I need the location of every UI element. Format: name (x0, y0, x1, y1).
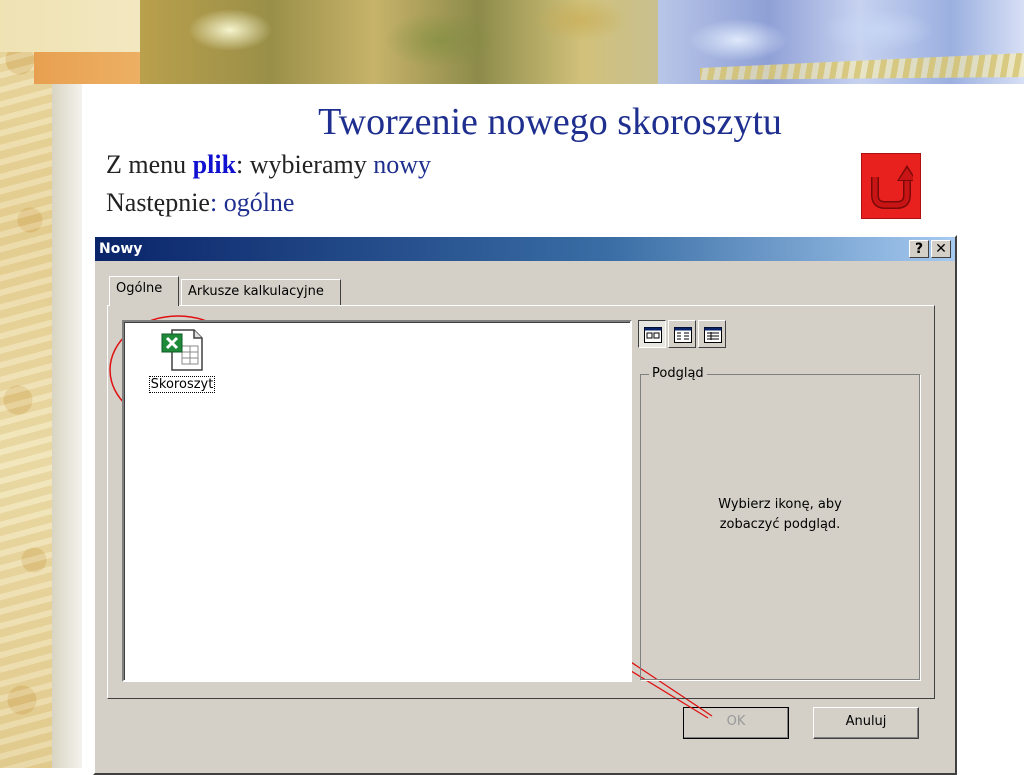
tab-keyword: ogólne (223, 188, 295, 217)
menu-keyword: plik (192, 150, 237, 179)
list-view-button[interactable] (668, 320, 696, 348)
ok-button[interactable]: OK (683, 707, 789, 739)
preview-message: Wybierz ikonę, aby zobaczyć podgląd. (641, 495, 919, 535)
dialog-title: Nowy (99, 241, 143, 257)
banner-leaves-image (140, 0, 660, 84)
help-button[interactable]: ? (909, 240, 929, 258)
template-item-label: Skoroszyt (148, 376, 216, 393)
large-icons-view-icon (644, 327, 662, 343)
instruction-line-2: Następnie: ogólne (106, 188, 294, 218)
line1-prefix: Z menu (106, 150, 193, 179)
excel-workbook-icon (161, 329, 203, 371)
item-keyword: nowy (373, 150, 431, 179)
close-icon: ✕ (935, 241, 947, 257)
slide-title: Tworzenie nowego skoroszytu (318, 101, 782, 143)
details-view-button[interactable] (698, 320, 726, 348)
template-item-workbook[interactable]: Skoroszyt (142, 328, 222, 393)
decorative-top-banner (0, 0, 1024, 88)
new-workbook-dialog: Nowy ? ✕ Ogólne Arkusze kalkulacyjne Sko… (93, 235, 957, 775)
template-list[interactable]: Skoroszyt (122, 320, 632, 682)
cancel-button[interactable]: Anuluj (813, 707, 919, 739)
line2-colon: : (209, 188, 224, 217)
close-button[interactable]: ✕ (931, 240, 951, 258)
details-view-icon (704, 327, 722, 343)
tab-general[interactable]: Ogólne (109, 276, 179, 306)
preview-message-line-1: Wybierz ikonę, aby (718, 497, 842, 512)
return-button[interactable] (861, 153, 921, 219)
line1-middle: : wybieramy (236, 150, 374, 179)
dialog-titlebar[interactable]: Nowy ? ✕ (95, 237, 955, 261)
preview-group: Podgląd Wybierz ikonę, aby zobaczyć podg… (640, 366, 920, 680)
tab-panel-general: Skoroszyt Podgląd Wybierz ikonę, aby zob… (107, 305, 935, 699)
instruction-line-1: Z menu plik: wybieramy nowy (106, 150, 431, 180)
preview-message-line-2: zobaczyć podgląd. (719, 517, 841, 532)
tab-spreadsheets[interactable]: Arkusze kalkulacyjne (181, 279, 341, 305)
preview-label: Podgląd (649, 366, 707, 381)
u-turn-arrow-icon (871, 165, 913, 209)
large-icons-view-button[interactable] (638, 320, 666, 348)
line2-prefix: Następnie (106, 188, 210, 217)
list-view-icon (674, 327, 692, 343)
